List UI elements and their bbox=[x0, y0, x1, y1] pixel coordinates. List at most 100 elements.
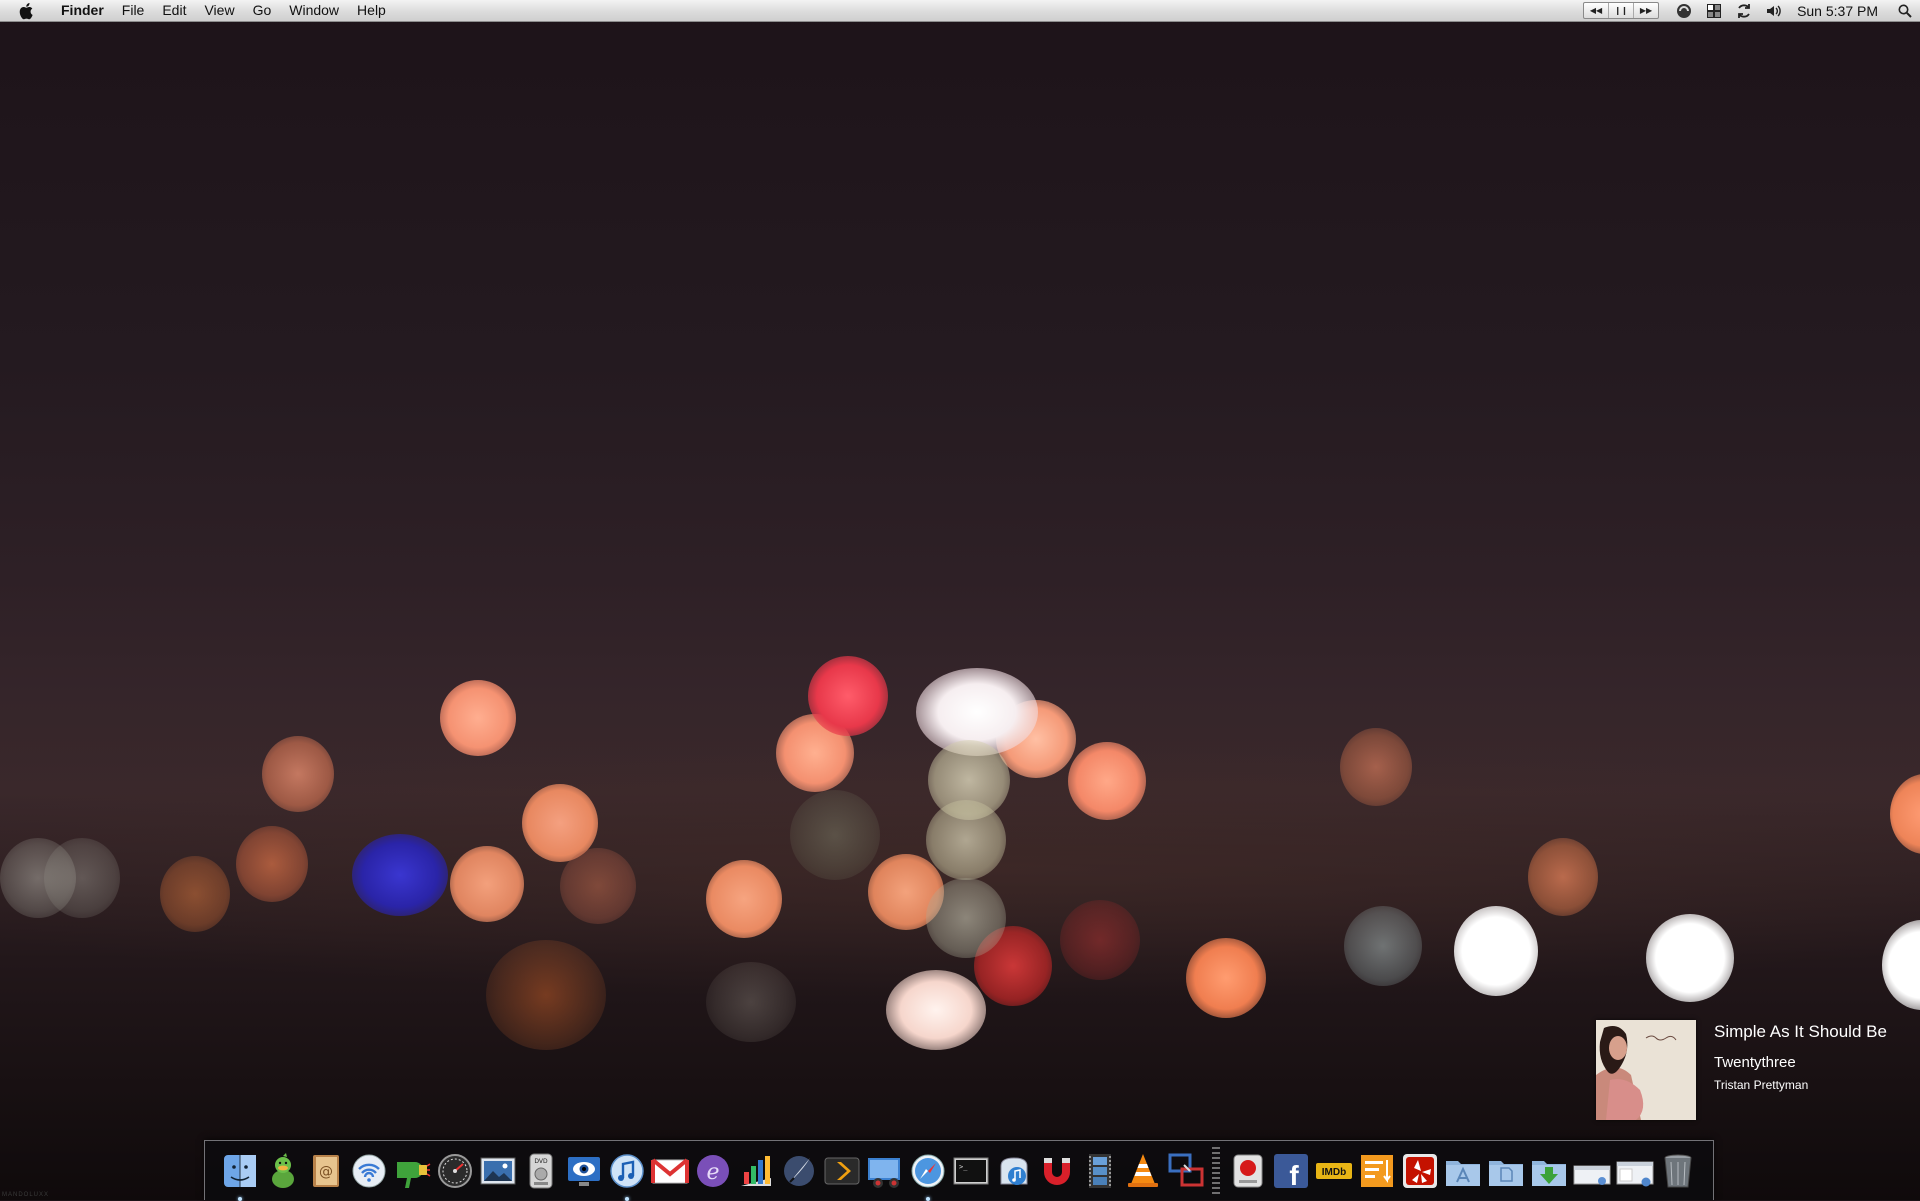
dock-item-vlc[interactable] bbox=[1124, 1149, 1162, 1193]
dock-item-finder[interactable] bbox=[221, 1149, 259, 1201]
quill-pen-icon bbox=[784, 1155, 814, 1186]
svg-text:f: f bbox=[1289, 1160, 1299, 1190]
now-playing-widget: Simple As It Should Be Twentythree Trist… bbox=[1596, 1020, 1920, 1124]
dock-item-film-strip[interactable] bbox=[1081, 1149, 1119, 1193]
applications-folder-icon bbox=[1446, 1160, 1480, 1186]
dvd-player-icon: DVD bbox=[529, 1153, 553, 1188]
dock-item-terminal[interactable]: >_ bbox=[952, 1149, 990, 1193]
trash-icon bbox=[1664, 1154, 1692, 1187]
apple-menu-icon[interactable] bbox=[17, 1, 37, 21]
dock-item-istat[interactable] bbox=[436, 1149, 474, 1193]
downloads-folder-icon bbox=[1532, 1160, 1566, 1186]
dock-item-stack-window-1[interactable] bbox=[1573, 1149, 1611, 1193]
vlc-cone-icon bbox=[1128, 1153, 1158, 1187]
dock-item-address-book[interactable]: @ bbox=[307, 1149, 345, 1193]
eye-monitor-icon bbox=[568, 1156, 600, 1186]
wallpaper-watermark: MANDOLUXX bbox=[2, 1192, 50, 1198]
menu-go[interactable]: Go bbox=[244, 0, 281, 21]
menu-file[interactable]: File bbox=[113, 0, 154, 21]
screen-sharing-icon bbox=[1168, 1153, 1204, 1186]
dock-item-imdb[interactable]: IMDb bbox=[1315, 1149, 1353, 1193]
media-controls: ◀◀ ❙❙ ▶▶ bbox=[1583, 2, 1660, 19]
dock-item-plex[interactable] bbox=[823, 1149, 861, 1193]
dock-item-hair-dryer-app[interactable] bbox=[393, 1149, 431, 1193]
dock-item-gmail[interactable] bbox=[651, 1149, 689, 1193]
address-book-icon: @ bbox=[313, 1154, 339, 1187]
dock-item-facebook[interactable]: f bbox=[1272, 1149, 1310, 1193]
dock-item-adium[interactable] bbox=[264, 1149, 302, 1193]
spaces-icon[interactable] bbox=[1703, 0, 1725, 21]
dock-item-remote-desktop[interactable] bbox=[866, 1149, 904, 1193]
svg-text:DVD: DVD bbox=[534, 1158, 548, 1165]
film-strip-icon bbox=[1089, 1153, 1111, 1188]
dock-item-stack-window-2[interactable] bbox=[1616, 1149, 1654, 1193]
volume-icon[interactable] bbox=[1763, 0, 1785, 21]
menu-extras: ◀◀ ❙❙ ▶▶ Sun 5:37 PM bbox=[1583, 0, 1920, 21]
dock-item-preview[interactable] bbox=[479, 1149, 517, 1193]
e-text-editor-icon: e bbox=[697, 1154, 729, 1187]
growl-icon[interactable] bbox=[1673, 0, 1695, 21]
svg-text:IMDb: IMDb bbox=[1322, 1167, 1346, 1178]
safari-compass-icon bbox=[911, 1154, 945, 1187]
menu-bar: Finder File Edit View Go Window Help ◀◀ … bbox=[0, 0, 1920, 22]
dock-item-safari[interactable] bbox=[909, 1149, 947, 1201]
window-stack-music-icon bbox=[1616, 1161, 1654, 1186]
bar-chart-icon bbox=[741, 1155, 771, 1186]
menu-view[interactable]: View bbox=[195, 0, 243, 21]
magnet-icon bbox=[1044, 1157, 1070, 1185]
previous-track-icon[interactable]: ◀◀ bbox=[1584, 3, 1610, 18]
gauge-icon bbox=[438, 1153, 472, 1188]
terminal-icon: >_ bbox=[953, 1157, 989, 1184]
dock-item-record-app[interactable] bbox=[1229, 1149, 1267, 1193]
spotlight-search-icon[interactable] bbox=[1890, 4, 1920, 18]
dock-item-airport[interactable] bbox=[350, 1149, 388, 1193]
photo-preview-icon bbox=[480, 1157, 516, 1184]
record-button-icon bbox=[1233, 1154, 1263, 1187]
music-note-icon bbox=[1000, 1156, 1028, 1185]
track-title: Simple As It Should Be bbox=[1714, 1022, 1887, 1041]
remote-desktop-icon bbox=[868, 1157, 900, 1188]
itunes-icon bbox=[610, 1153, 644, 1188]
documents-folder-icon bbox=[1489, 1160, 1523, 1186]
menu-app-name[interactable]: Finder bbox=[52, 0, 113, 21]
time-machine-sync-icon[interactable] bbox=[1733, 0, 1755, 21]
dock-item-dvd-player[interactable]: DVD bbox=[522, 1149, 560, 1193]
dock-item-quill-app[interactable] bbox=[780, 1149, 818, 1193]
plex-chevron-icon bbox=[824, 1157, 860, 1184]
track-artist: Tristan Prettyman bbox=[1714, 1078, 1809, 1092]
sort-list-icon bbox=[1361, 1154, 1393, 1187]
dock-item-charts-app[interactable] bbox=[737, 1149, 775, 1193]
svg-text:>_: >_ bbox=[959, 1163, 968, 1171]
menu-edit[interactable]: Edit bbox=[153, 0, 195, 21]
menu-window[interactable]: Window bbox=[280, 0, 348, 21]
dock-item-applications-folder[interactable] bbox=[1444, 1149, 1482, 1193]
imdb-icon: IMDb bbox=[1316, 1162, 1352, 1179]
album-art-image[interactable] bbox=[1596, 1020, 1696, 1120]
dock-item-screen-sharing[interactable] bbox=[1167, 1149, 1205, 1193]
dock-item-yelp[interactable] bbox=[1401, 1149, 1439, 1193]
dock-item-magnet[interactable] bbox=[1038, 1149, 1076, 1193]
dock-item-eye-app[interactable] bbox=[565, 1149, 603, 1193]
dock-separator bbox=[1212, 1146, 1220, 1195]
play-pause-icon[interactable]: ❙❙ bbox=[1609, 3, 1635, 18]
dock-item-itunes[interactable] bbox=[608, 1149, 646, 1201]
menu-clock[interactable]: Sun 5:37 PM bbox=[1789, 3, 1890, 19]
dock-item-downloads-folder[interactable] bbox=[1530, 1149, 1568, 1193]
dock-item-e-editor[interactable]: e bbox=[694, 1149, 732, 1193]
adium-duck-icon bbox=[272, 1152, 294, 1188]
hair-dryer-icon bbox=[397, 1161, 431, 1188]
window-stack-icon bbox=[1573, 1165, 1611, 1185]
finder-icon bbox=[224, 1154, 256, 1187]
menu-help[interactable]: Help bbox=[348, 0, 395, 21]
dock-item-music-app[interactable] bbox=[995, 1149, 1033, 1193]
dock: @ DVD e >_ f IMDb bbox=[204, 1140, 1714, 1201]
gmail-envelope-icon bbox=[651, 1157, 689, 1183]
dock-item-trash[interactable] bbox=[1659, 1149, 1697, 1193]
dock-item-sort-app[interactable] bbox=[1358, 1149, 1396, 1193]
airport-wifi-icon bbox=[352, 1154, 386, 1187]
track-album: Twentythree bbox=[1714, 1054, 1796, 1071]
yelp-icon bbox=[1403, 1153, 1437, 1188]
dock-item-documents-folder[interactable] bbox=[1487, 1149, 1525, 1193]
next-track-icon[interactable]: ▶▶ bbox=[1634, 3, 1658, 18]
svg-text:@: @ bbox=[319, 1164, 333, 1180]
